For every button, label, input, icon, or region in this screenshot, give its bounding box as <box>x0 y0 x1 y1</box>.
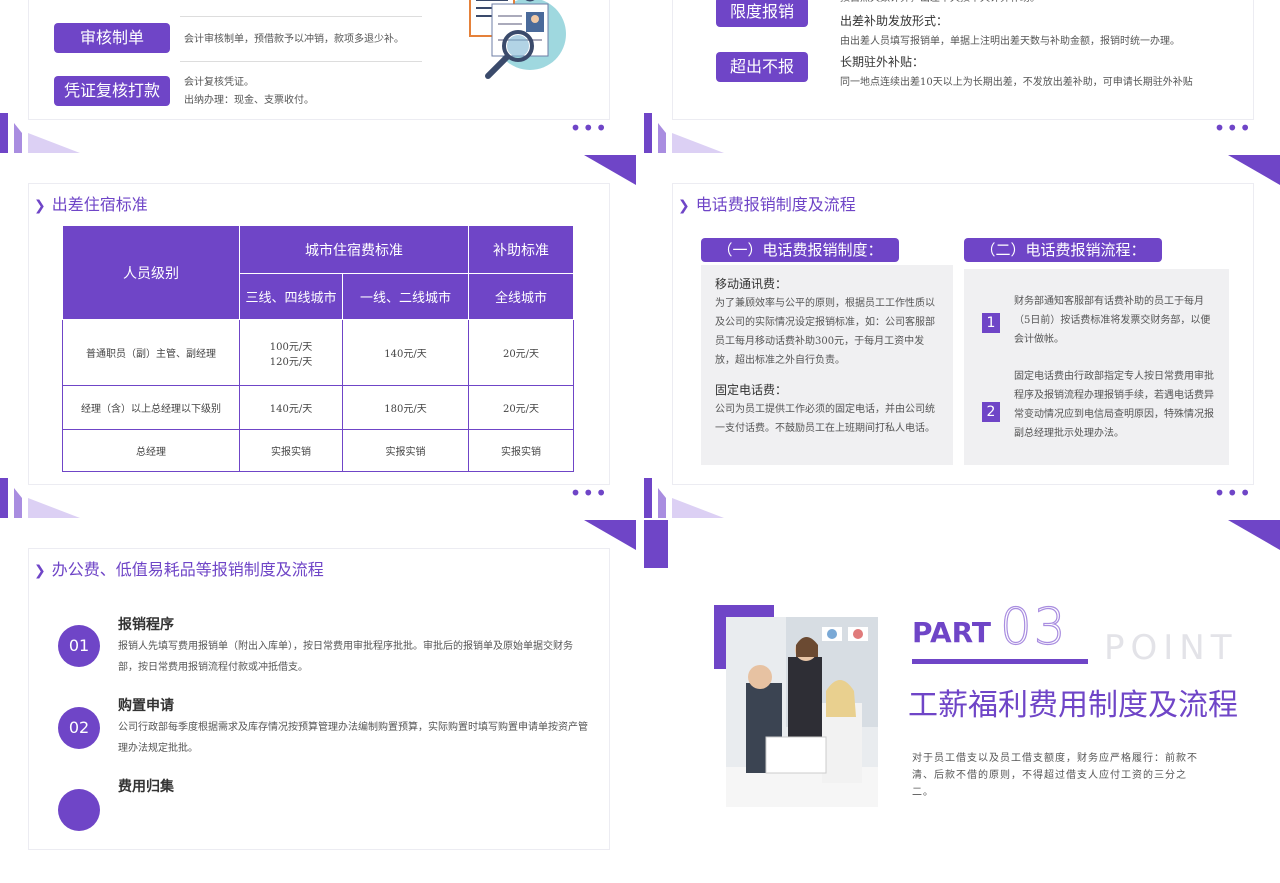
lodging-table: 人员级别 城市住宿费标准 补助标准 三线、四线城市 一线、二线城市 全线城市 普… <box>62 225 574 472</box>
step-text: 公司行政部每季度根据需求及库存情况按预算管理办法编制购置预算，实际购置时填写购置… <box>118 722 588 754</box>
table-row: 经理（含）以上总经理以下级别 140元/天 180元/天 20元/天 <box>62 385 574 430</box>
cell-tier34: 140元/天 <box>239 385 343 430</box>
corner-triangle <box>1228 520 1280 550</box>
cell-tier12: 实报实销 <box>342 429 469 472</box>
divider <box>180 16 422 17</box>
step-heading: 报销程序 <box>118 617 174 633</box>
slide-part-cover: PART 03 POINT 工薪福利费用制度及流程 对于员工借支以及员工借支额度… <box>644 520 1280 883</box>
fixed-title: 固定电话费： <box>715 383 788 397</box>
slide-title-text: 出差住宿标准 <box>51 195 148 214</box>
flow-header: （二）电话费报销流程： <box>964 238 1162 262</box>
table-row: 普通职员（副）主管、副经理 100元/天 120元/天 140元/天 20元/天 <box>62 319 574 386</box>
chevron-right-icon: ❯ <box>34 563 46 579</box>
slide-office-expense: ❯ 办公费、低值易耗品等报销制度及流程 01 报销程序 报销人先填写费用报销单（附… <box>0 520 636 883</box>
form-text: 由出差人员填写报销单，单据上注明出差天数与补助金额，报销时统一办理。 <box>840 36 1180 47</box>
more-dots-icon: ••• <box>1213 116 1252 140</box>
cell-tier34-b: 120元/天 <box>269 356 313 368</box>
slide-travel-subsidy: 限度报销 超出不报 按自然天数计算，出差半天按半天计算补助。 出差补助发放形式：… <box>644 0 1280 153</box>
frame-left <box>714 605 726 669</box>
audit-pill: 审核制单 <box>54 23 170 53</box>
form-title: 出差补助发放形式： <box>840 14 949 28</box>
cell-subsidy: 20元/天 <box>468 319 574 386</box>
header-tier34: 三线、四线城市 <box>239 273 343 320</box>
cell-tier12: 140元/天 <box>342 319 469 386</box>
slide-lodging-standard: ❯ 出差住宿标准 人员级别 城市住宿费标准 补助标准 三线、四线城市 一线、二线城… <box>0 155 636 518</box>
document-search-illustration <box>469 0 566 79</box>
part-number: 03 <box>999 597 1068 656</box>
more-dots-icon: ••• <box>569 481 608 505</box>
more-dots-icon: ••• <box>1213 481 1252 505</box>
over-pill: 超出不报 <box>716 52 808 82</box>
cell-subsidy: 20元/天 <box>468 385 574 430</box>
header-city: 城市住宿费标准 <box>239 225 469 274</box>
voucher-pill: 凭证复核打款 <box>54 76 170 106</box>
corner-triangle <box>1228 155 1280 185</box>
slide-expense-process: 审核制单 会计审核制单，预借款予以冲销，款项多退少补。 凭证复核打款 会计复核凭… <box>0 0 636 153</box>
cell-subsidy: 实报实销 <box>468 429 574 472</box>
cell-level: 经理（含）以上总经理以下级别 <box>62 385 240 430</box>
header-level: 人员级别 <box>62 225 240 320</box>
corner-stripes <box>0 478 80 518</box>
corner-stripes <box>0 113 80 153</box>
step-circle-03 <box>58 789 100 831</box>
cell-tier34: 100元/天 120元/天 <box>239 319 343 386</box>
cell-level: 总经理 <box>62 429 240 472</box>
chevron-right-icon: ❯ <box>678 198 690 214</box>
part-heading: 工薪福利费用制度及流程 <box>908 688 1238 723</box>
header-subsidy: 补助标准 <box>468 225 574 274</box>
cell-tier12: 180元/天 <box>342 385 469 430</box>
corner-stripes <box>644 113 724 153</box>
step-2-text: 固定电话费由行政部指定专人按日常费用审批程序及报销流程办理报销手续，若遇电话费异… <box>1014 371 1214 439</box>
step-circle-02: 02 <box>58 707 100 749</box>
voucher-text-2: 出纳办理：现金、支票收付。 <box>184 95 314 106</box>
voucher-text-1: 会计复核凭证。 <box>184 77 254 88</box>
slide-title: ❯ 办公费、低值易耗品等报销制度及流程 <box>34 556 324 580</box>
corner-block <box>644 520 668 568</box>
mobile-text: 为了兼顾效率与公平的原则，根据员工工作性质以及公司的实际情况设定报销标准，如：公… <box>715 298 935 366</box>
more-dots-icon: ••• <box>569 116 608 140</box>
point-label: POINT <box>1104 628 1238 668</box>
cell-level: 普通职员（副）主管、副经理 <box>62 319 240 386</box>
part-label: PART <box>912 616 992 649</box>
slide-title-text: 办公费、低值易耗品等报销制度及流程 <box>51 560 324 579</box>
policy-header: （一）电话费报销制度： <box>701 238 899 262</box>
mobile-title: 移动通讯费： <box>715 277 788 291</box>
step-2-badge: 2 <box>982 402 1000 422</box>
cell-tier34-a: 100元/天 <box>269 341 313 353</box>
content-card <box>28 548 610 850</box>
cell-tier34: 实报实销 <box>239 429 343 472</box>
slide-phone-expense: ❯ 电话费报销制度及流程 （一）电话费报销制度： （二）电话费报销流程： 移动通讯… <box>644 155 1280 518</box>
chevron-right-icon: ❯ <box>34 198 46 214</box>
limit-pill: 限度报销 <box>716 0 808 27</box>
part-underline <box>912 659 1088 664</box>
corner-stripes <box>644 478 724 518</box>
step-circle-01: 01 <box>58 625 100 667</box>
divider <box>180 61 422 62</box>
step-heading: 购置申请 <box>118 698 174 714</box>
corner-triangle <box>584 155 636 185</box>
step-heading: 费用归集 <box>118 779 174 795</box>
part-text: 对于员工借支以及员工借支额度，财务应严格履行：前款不清、后款不借的原则，不得超过… <box>912 753 1198 798</box>
slide-title: ❯ 出差住宿标准 <box>34 191 148 215</box>
slide-title-text: 电话费报销制度及流程 <box>695 195 856 214</box>
header-tier12: 一线、二线城市 <box>342 273 469 320</box>
corner-triangle <box>584 520 636 550</box>
long-text: 同一地点连续出差10天以上为长期出差，不发放出差补助，可申请长期驻外补贴 <box>840 77 1193 88</box>
step-text: 报销人先填写费用报销单（附出入库单），按日常费用审批程序批批。审批后的报销单及原… <box>118 641 573 673</box>
table-row: 总经理 实报实销 实报实销 实报实销 <box>62 429 574 472</box>
audit-text: 会计审核制单，预借款予以冲销，款项多退少补。 <box>184 34 404 45</box>
step-1-text: 财务部通知客服部有话费补助的员工于每月（5日前）按话费标准将发票交财务部，以便会… <box>1014 296 1211 345</box>
office-team-photo <box>726 617 878 807</box>
subsidy-top-text: 按自然天数计算，出差半天按半天计算补助。 <box>840 0 1220 8</box>
slide-title: ❯ 电话费报销制度及流程 <box>678 191 856 215</box>
step-1-badge: 1 <box>982 313 1000 333</box>
header-all: 全线城市 <box>468 273 574 320</box>
long-title: 长期驻外补贴： <box>840 55 925 69</box>
fixed-text: 公司为员工提供工作必须的固定电话，并由公司统一支付话费。不鼓励员工在上班期间打私… <box>715 404 935 434</box>
